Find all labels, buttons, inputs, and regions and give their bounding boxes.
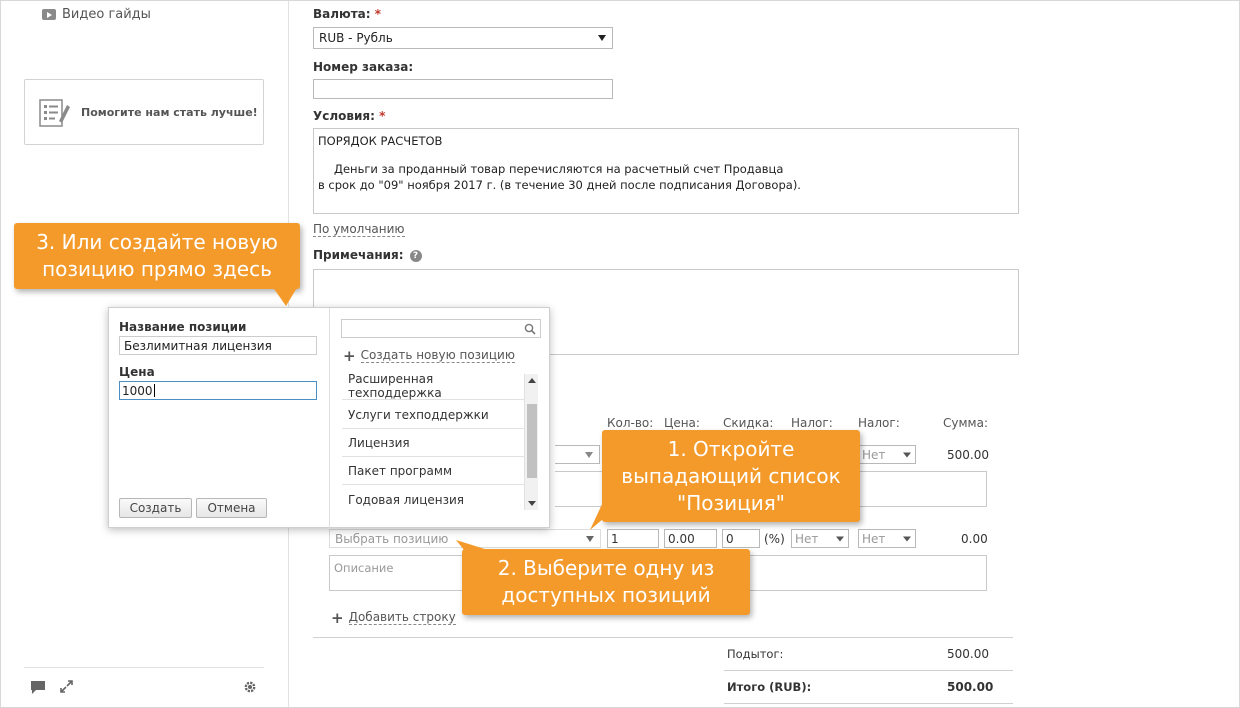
totals-divider xyxy=(313,637,1013,638)
scroll-thumb[interactable] xyxy=(527,404,537,478)
callout-step-2-line: 2. Выберите одну из xyxy=(497,556,715,580)
currency-value: RUB - Рубль xyxy=(319,31,393,45)
callout-step-1-line: "Позиция" xyxy=(677,490,785,515)
tax1-header: Налог: xyxy=(791,416,833,430)
subtotal-label: Подытог: xyxy=(727,647,784,661)
qty-header: Кол-во: xyxy=(607,416,654,430)
subtotal-divider xyxy=(724,670,1013,671)
callout-step-3: 3. Или создайте новую позицию прямо здес… xyxy=(14,223,300,289)
default-terms-link[interactable]: По умолчанию xyxy=(313,222,405,237)
discount-header: Скидка: xyxy=(723,416,774,430)
create-new-position-link[interactable]: + Создать новую позицию xyxy=(343,348,515,363)
chevron-down-icon xyxy=(903,536,911,541)
position-name-input[interactable]: Безлимитная лицензия xyxy=(119,336,317,355)
callout-step-3-line: 3. Или создайте новую xyxy=(36,230,278,254)
currency-label: Валюта: * xyxy=(313,7,382,21)
scroll-down-arrow-icon[interactable] xyxy=(528,501,536,506)
plus-icon: + xyxy=(343,346,356,365)
row2-discount-input[interactable]: 0 xyxy=(722,529,760,548)
price-label: Цена xyxy=(119,365,155,379)
new-position-form: Название позиции Безлимитная лицензия Це… xyxy=(109,308,330,529)
plus-icon: + xyxy=(331,608,344,627)
expand-icon[interactable] xyxy=(60,680,73,693)
callout-step-2-line: доступных позиций xyxy=(501,583,711,607)
order-number-input[interactable] xyxy=(313,79,613,99)
total-value: 500.00 xyxy=(947,680,994,694)
callout-step-1: 1. Откройте выпадающий список "Позиция" xyxy=(602,430,860,522)
currency-select[interactable]: RUB - Рубль xyxy=(313,27,613,49)
total-divider xyxy=(724,703,1013,704)
callout-step-1-line: 1. Откройте xyxy=(667,436,795,461)
chevron-down-icon xyxy=(586,535,594,542)
position-list-item[interactable]: Пакет программ xyxy=(342,457,524,485)
feedback-button[interactable]: Помогите нам стать лучше! xyxy=(24,79,264,145)
position-name-label: Название позиции xyxy=(119,320,247,334)
callout-step-3-pointer xyxy=(272,286,298,306)
chevron-down-icon xyxy=(598,35,606,41)
notes-label: Примечания:? xyxy=(313,248,422,262)
position-popover: Название позиции Безлимитная лицензия Це… xyxy=(108,307,551,529)
chevron-down-icon xyxy=(585,451,593,458)
row1-position-select[interactable] xyxy=(555,445,600,464)
terms-line: ПОРЯДОК РАСЧЕТОВ xyxy=(318,134,443,148)
video-guides-label: Видео гайды xyxy=(62,7,151,22)
terms-line: в срок до "09" ноября 2017 г. (в течение… xyxy=(318,178,801,192)
create-new-position-label: Создать новую позицию xyxy=(360,348,515,363)
position-placeholder: Выбрать позицию xyxy=(335,531,449,546)
position-search-input[interactable] xyxy=(341,319,541,338)
checklist-pencil-icon xyxy=(39,99,70,127)
row2-tax2-select[interactable]: Нет xyxy=(858,529,916,548)
price-input[interactable]: 1000 xyxy=(119,381,317,400)
chat-icon[interactable] xyxy=(30,680,46,695)
cancel-button[interactable]: Отмена xyxy=(196,498,267,518)
scroll-up-arrow-icon[interactable] xyxy=(528,378,536,383)
row2-sum: 0.00 xyxy=(961,532,988,546)
position-list-scrollbar[interactable] xyxy=(524,374,538,510)
chevron-down-icon xyxy=(836,536,844,541)
terms-line: Деньги за проданный товар перечисляются … xyxy=(334,162,784,176)
total-label: Итого (RUB): xyxy=(727,680,812,694)
terms-textarea[interactable]: ПОРЯДОК РАСЧЕТОВ Деньги за проданный тов… xyxy=(313,128,1019,214)
row2-tax1-select[interactable]: Нет xyxy=(791,529,849,548)
position-picker: + Создать новую позицию Расширенная техп… xyxy=(330,308,551,529)
add-row-label: Добавить строку xyxy=(348,610,456,625)
position-list-item[interactable]: Расширенная техподдержка xyxy=(342,372,524,400)
tax2-header: Налог: xyxy=(858,416,900,430)
gear-icon[interactable] xyxy=(243,680,257,694)
callout-step-3-line: позицию прямо здесь xyxy=(42,257,272,281)
terms-label: Условия: * xyxy=(313,109,386,123)
feedback-label: Помогите нам стать лучше! xyxy=(81,105,258,119)
video-play-icon xyxy=(42,9,56,20)
sidebar-divider xyxy=(24,667,264,668)
search-icon xyxy=(524,323,536,335)
text-cursor xyxy=(153,384,155,397)
add-row-button[interactable]: + Добавить строку xyxy=(331,610,456,625)
percent-label: (%) xyxy=(764,532,785,546)
callout-step-2-pointer xyxy=(456,540,488,560)
video-guides-link[interactable]: Видео гайды xyxy=(42,7,151,22)
callout-step-2: 2. Выберите одну из доступных позиций xyxy=(462,549,750,615)
help-icon[interactable]: ? xyxy=(409,249,422,262)
sum-header: Сумма: xyxy=(943,416,988,430)
price-value: 1000 xyxy=(122,383,153,398)
chevron-down-icon xyxy=(903,452,911,457)
position-list-item[interactable]: Лицензия xyxy=(342,429,524,457)
row2-price-input[interactable]: 0.00 xyxy=(664,529,717,548)
row1-tax2-select[interactable]: Нет xyxy=(858,445,916,464)
subtotal-value: 500.00 xyxy=(947,647,989,661)
callout-step-1-pointer xyxy=(590,500,616,530)
callout-step-1-line: выпадающий список xyxy=(621,463,841,488)
row1-sum: 500.00 xyxy=(947,448,989,462)
price-header: Цена: xyxy=(664,416,700,430)
create-button[interactable]: Создать xyxy=(119,498,192,518)
position-list-item[interactable]: Услуги техподдержки xyxy=(342,401,524,429)
order-number-label: Номер заказа: xyxy=(313,60,414,74)
position-list-item[interactable]: Годовая лицензия xyxy=(342,486,524,514)
